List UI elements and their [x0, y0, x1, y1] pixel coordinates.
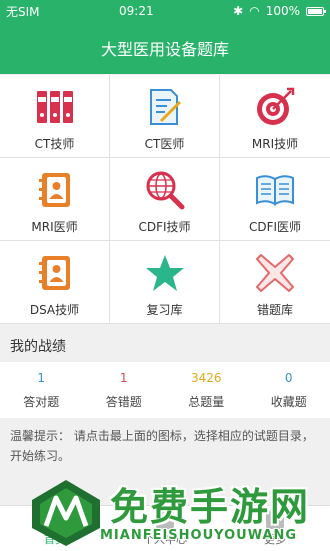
tab-home[interactable]: 首页 [0, 506, 110, 551]
clock: 09:21 [119, 4, 154, 18]
binders-icon [35, 87, 75, 127]
grid-item-review[interactable]: 复习库 [110, 241, 220, 324]
grid-item-label: 复习库 [146, 301, 182, 318]
stat-label: 答错题 [106, 393, 142, 410]
tab-label: 个人中心 [143, 531, 187, 547]
record-section-title: 我的战绩 [0, 330, 330, 362]
grid-item-ct-technician[interactable]: CT技师 [0, 75, 110, 158]
bluetooth-icon: ✱ [233, 4, 243, 18]
battery-percent: 100% [266, 4, 300, 18]
status-bar: 无SIM 09:21 ✱ ◠ 100% [0, 0, 330, 22]
stat-value: 0 [285, 371, 293, 385]
user-icon [156, 511, 174, 529]
grid-item-label: CT医师 [145, 135, 185, 152]
battery-icon [306, 7, 324, 16]
grid-item-wrong-questions[interactable]: 错题库 [220, 241, 330, 324]
grid-item-label: DSA技师 [30, 301, 79, 318]
stat-value: 1 [120, 371, 128, 385]
stat-favorites[interactable]: 0 收藏题 [248, 362, 330, 418]
grid-item-mri-doctor[interactable]: MRI医师 [0, 158, 110, 241]
tab-profile[interactable]: 个人中心 [110, 506, 220, 551]
page-title: 大型医用设备题库 [101, 36, 229, 60]
document-edit-icon [145, 87, 185, 127]
target-icon [255, 87, 295, 127]
cross-icon [255, 253, 295, 293]
stat-label: 总题量 [188, 393, 224, 410]
stat-total[interactable]: 3426 总题量 [165, 362, 248, 418]
wifi-icon: ◠ [249, 4, 259, 18]
grid-item-label: CT技师 [35, 135, 75, 152]
grid-item-label: 错题库 [257, 301, 293, 318]
carrier-label: 无SIM [6, 3, 40, 20]
tab-label: 更多 [264, 531, 286, 547]
stat-wrong[interactable]: 1 答错题 [83, 362, 166, 418]
star-icon [145, 253, 185, 293]
grid-item-label: CDFI医师 [249, 218, 301, 235]
stat-correct[interactable]: 1 答对题 [0, 362, 83, 418]
stat-value: 1 [37, 371, 45, 385]
stat-value: 3426 [191, 371, 222, 385]
open-book-icon [255, 170, 295, 210]
bottom-tab-bar: 首页 个人中心 更多 [0, 505, 330, 551]
grid-item-mri-technician[interactable]: MRI技师 [220, 75, 330, 158]
tip-text: 温馨提示： 请点击最上面的图标，选择相应的试题目录，开始练习。 [0, 420, 330, 480]
grid-item-cdfi-doctor[interactable]: CDFI医师 [220, 158, 330, 241]
grid-item-label: MRI技师 [252, 135, 298, 152]
grid-item-cdfi-technician[interactable]: CDFI技师 [110, 158, 220, 241]
status-right: ✱ ◠ 100% [233, 4, 324, 18]
grid-item-label: MRI医师 [31, 218, 77, 235]
tab-label: 首页 [44, 531, 66, 547]
grid-item-label: CDFI技师 [138, 218, 190, 235]
stat-label: 收藏题 [271, 393, 307, 410]
record-title: 我的战绩 [10, 336, 66, 356]
contact-book-icon [35, 170, 75, 210]
stat-label: 答对题 [23, 393, 59, 410]
app-header: 大型医用设备题库 [0, 22, 330, 74]
home-icon [46, 511, 64, 529]
category-grid: CT技师 CT医师 MRI技师 [0, 75, 330, 324]
tab-more[interactable]: 更多 [220, 506, 330, 551]
grid-item-dsa-technician[interactable]: DSA技师 [0, 241, 110, 324]
grid-item-ct-doctor[interactable]: CT医师 [110, 75, 220, 158]
globe-search-icon [145, 170, 185, 210]
more-icon [266, 511, 284, 529]
contact-book-icon [35, 253, 75, 293]
stats-panel: 1 答对题 1 答错题 3426 总题量 0 收藏题 [0, 362, 330, 418]
